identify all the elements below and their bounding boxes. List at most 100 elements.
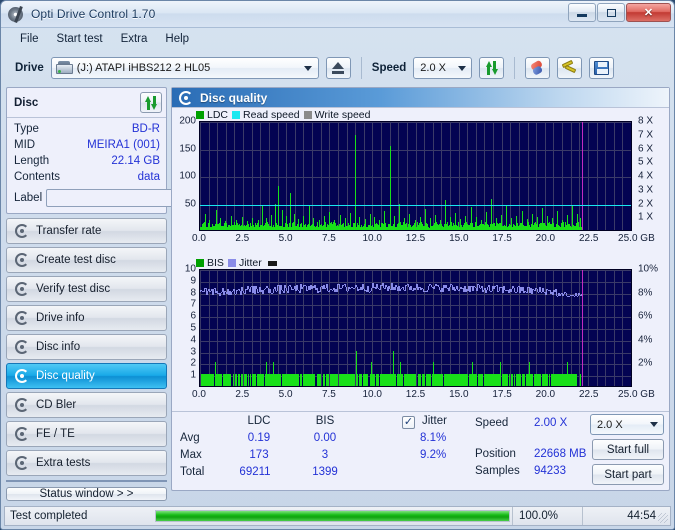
legend-label-bis: BIS — [207, 257, 224, 269]
status-window-button[interactable]: Status window > > — [6, 487, 167, 501]
gridline-vertical — [605, 270, 607, 386]
sidebar: Disc Type BD-R MID MEIRA1 (001) Length 2… — [4, 87, 251, 501]
menu-extra[interactable]: Extra — [112, 31, 157, 47]
sidebar-item-extra-tests[interactable]: Extra tests — [6, 450, 167, 476]
start-part-button[interactable]: Start part — [592, 464, 664, 485]
start-full-button[interactable]: Start full — [592, 439, 664, 460]
stats-speed-select[interactable]: 2.0 X — [590, 414, 664, 435]
ldc-x-axis: 0.0 2.5 5.0 7.5 10.0 12.5 15.0 17.5 20.0 22.5 25.0… — [192, 233, 655, 247]
data-peak — [334, 219, 335, 230]
jitter-checkbox[interactable]: ✓ — [402, 416, 415, 429]
data-peak — [340, 215, 341, 230]
gridline-vertical — [562, 270, 564, 386]
disc-row-key: Type — [14, 123, 39, 135]
close-button[interactable]: ✕ — [626, 3, 671, 22]
jitter-point — [329, 290, 330, 292]
y-tick-label: 100 — [179, 170, 196, 182]
gridline-vertical — [251, 122, 253, 230]
jitter-point — [511, 289, 512, 293]
data-peak — [278, 186, 279, 230]
data-peak — [542, 208, 543, 230]
y-tick-label: 200 — [179, 115, 196, 127]
y-tick-label: 8 — [190, 287, 196, 299]
ldc-plot[interactable] — [199, 121, 632, 231]
jitter-point — [527, 286, 528, 294]
nav-list: Transfer rate Create test disc Verify te… — [6, 218, 167, 476]
sidebar-item-create-test-disc[interactable]: Create test disc — [6, 247, 167, 273]
save-button[interactable] — [589, 57, 615, 79]
jitter-point — [276, 290, 277, 292]
data-peak — [476, 216, 477, 230]
disc-refresh-button[interactable] — [140, 92, 162, 113]
data-bar — [337, 374, 338, 386]
tools-button[interactable] — [557, 57, 583, 79]
sidebar-item-label: Disc info — [36, 341, 81, 353]
data-bar — [430, 374, 431, 386]
data-peak — [242, 216, 243, 230]
gridline-horizontal — [200, 281, 631, 283]
data-bar — [239, 374, 240, 386]
x-tick-label: 2.5 — [235, 389, 250, 400]
data-bar — [420, 374, 421, 386]
stats-bis-avg: 0.00 — [313, 432, 337, 444]
y-tick-label: 50 — [184, 198, 196, 209]
data-peak — [491, 198, 492, 230]
erase-icon — [530, 59, 545, 76]
x-tick-label: 12.5 — [405, 233, 426, 244]
gridline-vertical — [613, 270, 615, 386]
stats-row-label-total: Total — [180, 466, 205, 478]
disc-row-type: Type BD-R — [14, 121, 160, 137]
maximize-button[interactable] — [597, 3, 625, 22]
bis-plot-wrap: 1 2 3 4 5 6 7 8 9 10 2% 4% 6% 8% 10% 0.0 2.5 5.0 7.5 10.0… — [172, 257, 669, 409]
progress-bar — [153, 507, 512, 525]
legend-swatch-read-speed — [232, 111, 241, 119]
bis-plot[interactable] — [199, 269, 632, 387]
resize-grip-icon[interactable] — [658, 513, 668, 523]
minimize-button[interactable] — [568, 3, 596, 22]
gridline-vertical — [613, 122, 615, 230]
disc-icon — [15, 369, 29, 383]
disc-icon — [15, 224, 29, 238]
eject-button[interactable] — [325, 57, 351, 79]
sidebar-item-transfer-rate[interactable]: Transfer rate — [6, 218, 167, 244]
sidebar-item-label: Extra tests — [36, 457, 91, 469]
menu-file[interactable]: File — [11, 31, 48, 47]
x-tick-label: 15.0 — [449, 233, 469, 244]
data-peak — [460, 219, 461, 230]
sidebar-item-cd-bler[interactable]: CD Bler — [6, 392, 167, 418]
erase-button[interactable] — [525, 57, 551, 79]
data-peak — [359, 216, 360, 230]
legend-swatch-ldc — [196, 111, 204, 119]
jitter-point — [337, 283, 338, 292]
gridline-vertical — [217, 270, 219, 386]
bis-x-axis: 0.0 2.5 5.0 7.5 10.0 12.5 15.0 17.5 20.0 22.5 25.0… — [192, 389, 655, 403]
gridline-vertical — [217, 122, 219, 230]
data-peak — [294, 213, 295, 230]
menu-start-test[interactable]: Start test — [48, 31, 112, 47]
menu-help[interactable]: Help — [156, 31, 198, 47]
disc-icon — [15, 340, 29, 354]
gridline-horizontal — [200, 122, 631, 123]
jitter-point — [434, 286, 435, 290]
drive-select[interactable]: (J:) ATAPI iHBS212 2 HL05 — [50, 57, 319, 79]
data-peak — [252, 218, 253, 230]
data-peak — [275, 203, 276, 230]
x-tick-label: 25.0 GB — [618, 233, 655, 244]
data-bar — [301, 374, 302, 386]
data-peak — [562, 219, 563, 230]
sidebar-item-fe-te[interactable]: FE / TE — [6, 421, 167, 447]
sidebar-item-disc-quality[interactable]: Disc quality — [6, 363, 167, 389]
jitter-point — [455, 288, 456, 291]
gridline-vertical — [475, 122, 477, 230]
y2-tick-label: 7 X — [638, 129, 654, 141]
gridline-vertical — [562, 122, 564, 230]
sidebar-item-drive-info[interactable]: Drive info — [6, 305, 167, 331]
gridline-vertical — [527, 122, 529, 230]
speed-select[interactable]: 2.0 X — [413, 57, 473, 79]
refresh-button[interactable] — [479, 57, 505, 79]
gridline-vertical — [432, 122, 434, 230]
sidebar-item-verify-test-disc[interactable]: Verify test disc — [6, 276, 167, 302]
sidebar-item-disc-info[interactable]: Disc info — [6, 334, 167, 360]
jitter-point — [288, 286, 289, 293]
stats-value-speed: 2.00 X — [534, 417, 568, 429]
